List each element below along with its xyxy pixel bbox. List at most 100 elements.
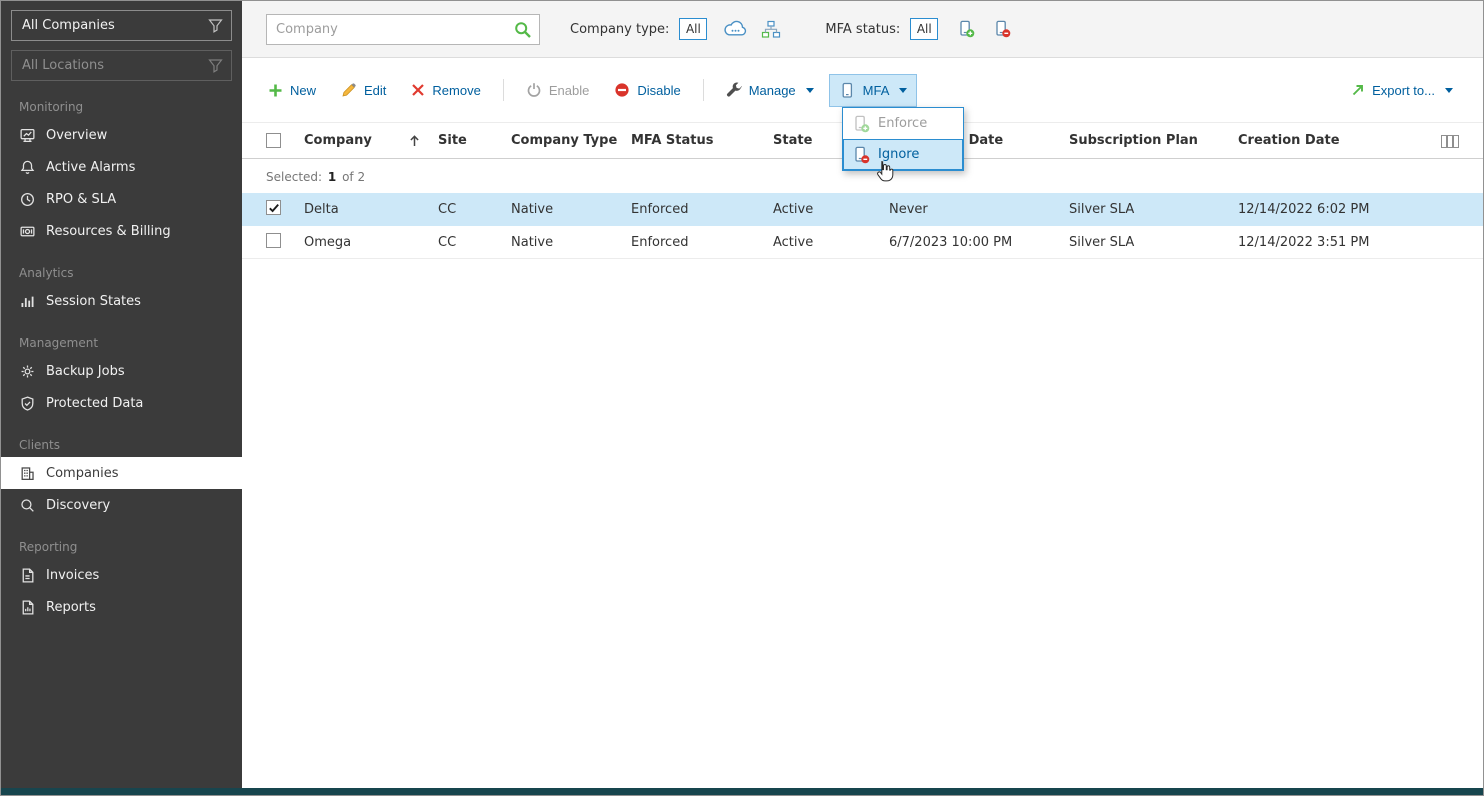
table-row[interactable]: Omega CC Native Enforced Active 6/7/2023…: [242, 226, 1483, 259]
search-icon[interactable]: [514, 21, 532, 43]
export-button-label: Export to...: [1372, 82, 1435, 98]
row-checkbox-cell: [266, 232, 304, 252]
mfa-status-ignored-button[interactable]: [988, 16, 1016, 42]
shield-icon: [21, 395, 34, 411]
building-icon: [21, 466, 34, 480]
mfa-dropdown-menu: Enforce Ignore: [842, 107, 964, 171]
sidebar-item-label: Backup Jobs: [46, 363, 125, 379]
phone-enforce-icon: [855, 115, 870, 132]
power-icon: [527, 83, 541, 97]
cell-mfa-status: Enforced: [631, 234, 689, 250]
toolbar-separator: [502, 79, 504, 101]
sidebar-item-label: Active Alarms: [46, 159, 136, 175]
table-row[interactable]: Delta CC Native Enforced Active Never Si…: [242, 193, 1483, 226]
sidebar-item-backup-jobs[interactable]: Backup Jobs: [1, 355, 242, 387]
sidebar-item-active-alarms[interactable]: Active Alarms: [1, 151, 242, 183]
sidebar-item-discovery[interactable]: Discovery: [1, 489, 242, 521]
pencil-icon: [342, 83, 356, 97]
billing-icon: [20, 226, 35, 236]
toolbar-separator: [702, 79, 704, 101]
sidebar-item-invoices[interactable]: Invoices: [1, 559, 242, 591]
all-locations-filter[interactable]: All Locations: [11, 50, 232, 81]
sidebar-item-label: Reports: [46, 599, 96, 615]
export-button[interactable]: Export to...: [1341, 75, 1463, 106]
sidebar-item-session-states[interactable]: Session States: [1, 285, 242, 317]
cell-creation-date: 12/14/2022 6:02 PM: [1238, 201, 1370, 217]
remove-button-label: Remove: [432, 82, 481, 98]
company-type-resellers-button[interactable]: [757, 16, 785, 42]
row-checkbox-cell: [266, 200, 304, 218]
enable-button-label: Enable: [548, 82, 590, 98]
menu-item-ignore[interactable]: Ignore: [843, 139, 963, 170]
column-label: Company Type: [511, 133, 618, 148]
select-all-checkbox[interactable]: [266, 133, 281, 148]
phone-icon: [842, 82, 852, 98]
plus-icon: [269, 84, 282, 96]
cell-expiration-date: 6/7/2023 10:00 PM: [889, 234, 1013, 250]
sidebar-item-label: Protected Data: [46, 395, 144, 411]
edit-button-label: Edit: [364, 82, 387, 98]
overview-icon: [20, 128, 35, 142]
column-label: State: [773, 133, 813, 148]
column-site[interactable]: Site: [438, 133, 511, 148]
mfa-status-all-button[interactable]: All: [910, 18, 939, 40]
check-icon: [268, 203, 279, 213]
phone-ignore-icon: [855, 146, 870, 163]
column-mfa-status[interactable]: MFA Status: [631, 133, 773, 148]
header-checkbox-cell: [266, 133, 304, 148]
column-subscription-plan[interactable]: Subscription Plan: [1069, 133, 1238, 148]
sidebar-item-overview[interactable]: Overview: [1, 119, 242, 151]
console-window: All Companies All Locations Monitoring O…: [0, 0, 1484, 796]
cloud-icon: [724, 20, 747, 36]
mfa-button[interactable]: MFA: [828, 73, 918, 107]
column-label: Site: [438, 133, 467, 148]
hierarchy-icon: [762, 20, 781, 38]
invoice-icon: [22, 567, 34, 583]
cell-company-type: Native: [511, 234, 554, 250]
cell-company-type: Native: [511, 201, 554, 217]
mfa-status-enforced-button[interactable]: [952, 16, 980, 42]
new-button-label: New: [290, 82, 317, 98]
cell-site: CC: [438, 234, 457, 250]
company-type-label: Company type:: [570, 21, 670, 37]
remove-button[interactable]: Remove: [401, 75, 490, 106]
column-label: Creation Date: [1238, 133, 1340, 148]
new-button[interactable]: New: [258, 75, 326, 106]
report-icon: [22, 599, 34, 615]
column-company[interactable]: Company: [304, 133, 438, 148]
column-chooser-icon[interactable]: [1441, 135, 1459, 152]
sidebar-item-label: Discovery: [46, 497, 111, 513]
enable-button: Enable: [516, 74, 599, 106]
company-type-cloud-button[interactable]: [721, 16, 749, 42]
manage-button-label: Manage: [748, 82, 796, 98]
row-checkbox[interactable]: [266, 232, 281, 248]
sidebar: All Companies All Locations Monitoring O…: [1, 1, 242, 788]
sidebar-item-label: Invoices: [46, 567, 100, 583]
sidebar-item-rpo-sla[interactable]: RPO & SLA: [1, 183, 242, 215]
sidebar-item-protected-data[interactable]: Protected Data: [1, 387, 242, 419]
chevron-down-icon: [805, 87, 814, 93]
column-company-type[interactable]: Company Type: [511, 133, 631, 148]
menu-item-label: Ignore: [878, 147, 920, 162]
section-management: Management: [19, 336, 99, 350]
chevron-down-icon: [1445, 87, 1453, 93]
sidebar-item-resources-billing[interactable]: Resources & Billing: [1, 215, 242, 247]
all-companies-filter[interactable]: All Companies: [11, 10, 232, 41]
company-type-all-button[interactable]: All: [679, 18, 708, 40]
phone-ignore-icon: [996, 20, 1011, 38]
x-icon: [412, 84, 425, 96]
phone-enforce-icon: [960, 20, 975, 38]
sidebar-item-companies[interactable]: Companies: [1, 457, 242, 489]
edit-button[interactable]: Edit: [331, 74, 396, 106]
row-checkbox-checked[interactable]: [266, 200, 281, 216]
no-entry-icon: [615, 83, 629, 97]
section-analytics: Analytics: [19, 266, 74, 280]
company-search-input[interactable]: [267, 14, 539, 44]
sidebar-item-reports[interactable]: Reports: [1, 591, 242, 623]
disable-button[interactable]: Disable: [604, 74, 690, 106]
wrench-icon: [726, 82, 742, 97]
manage-button[interactable]: Manage: [716, 74, 824, 106]
section-reporting: Reporting: [19, 540, 78, 554]
cell-expiration-date: Never: [889, 201, 928, 217]
mfa-button-label: MFA: [862, 82, 890, 98]
